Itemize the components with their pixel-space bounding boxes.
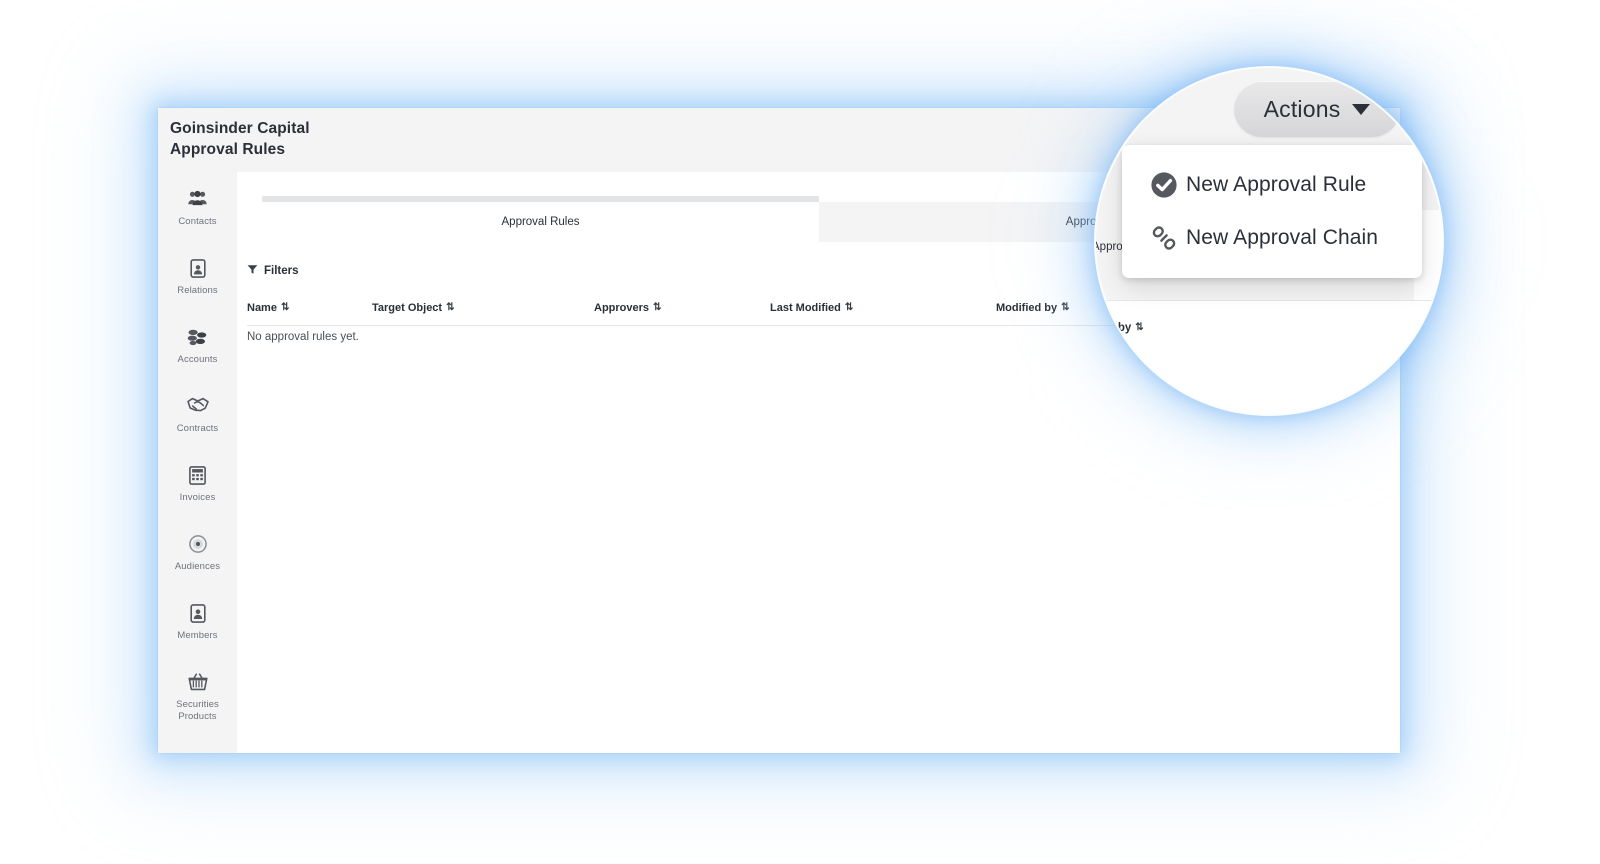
sidebar-item-invoices[interactable]: Invoices	[158, 466, 237, 504]
accounts-icon	[158, 328, 237, 348]
column-header-last-modified[interactable]: Last Modified ⇅	[770, 297, 853, 319]
column-header-name[interactable]: Name ⇅	[247, 297, 289, 319]
filters-label: Filters	[264, 265, 299, 277]
sort-icon[interactable]: ⇅	[653, 297, 661, 319]
column-label: Last Modified	[770, 302, 841, 314]
contacts-icon	[158, 190, 237, 210]
chain-link-icon	[1142, 224, 1186, 252]
sort-icon[interactable]: ⇅	[845, 297, 853, 319]
sidebar-item-label: Relations	[177, 285, 218, 296]
securities-products-icon	[158, 673, 237, 693]
audiences-icon	[158, 535, 237, 555]
check-circle-icon	[1142, 171, 1186, 199]
chevron-down-icon	[1352, 103, 1371, 115]
magnified-table-divider	[1096, 300, 1442, 301]
magnifier-circle: Appro dified by⇅ Actions New Approval Ru…	[1096, 68, 1442, 414]
actions-dropdown-menu: New Approval Rule New Approval Chain	[1122, 145, 1422, 278]
sidebar-item-label-line2: Products	[178, 711, 217, 722]
magnified-column-label: dified by	[1096, 322, 1132, 334]
sort-icon[interactable]: ⇅	[446, 297, 454, 319]
tab-approval-rules[interactable]: Approval Rules	[262, 202, 819, 242]
sidebar-item-members[interactable]: Members	[158, 604, 237, 642]
page-subtitle: Approval Rules	[170, 140, 286, 158]
column-label: Target Object	[372, 302, 443, 314]
invoices-icon	[158, 466, 237, 486]
sidebar-item-securities-products[interactable]: Securities Products	[158, 673, 237, 723]
sort-icon[interactable]: ⇅	[1061, 297, 1069, 319]
magnified-table-body	[1096, 300, 1442, 414]
column-header-approvers[interactable]: Approvers ⇅	[594, 297, 661, 319]
table-empty-message: No approval rules yet.	[247, 331, 359, 343]
funnel-icon	[247, 262, 258, 280]
page-title: Goinsinder Capital Approval Rules	[170, 119, 310, 160]
menu-item-label: New Approval Chain	[1186, 226, 1379, 249]
members-icon	[158, 604, 237, 624]
tab-label: Approval Rules	[501, 216, 580, 228]
column-label: Modified by	[996, 302, 1058, 314]
column-header-modified-by[interactable]: Modified by ⇅	[996, 297, 1070, 319]
sidebar-item-label: Accounts	[177, 354, 218, 365]
sort-icon: ⇅	[1135, 322, 1144, 333]
org-name: Goinsinder Capital	[170, 120, 310, 137]
sidebar-item-contracts[interactable]: Contracts	[158, 397, 237, 435]
column-header-target-object[interactable]: Target Object ⇅	[372, 297, 454, 319]
menu-item-new-approval-chain[interactable]: New Approval Chain	[1122, 212, 1422, 264]
contracts-icon	[158, 397, 237, 417]
column-label: Approvers	[594, 302, 650, 314]
menu-item-new-approval-rule[interactable]: New Approval Rule	[1122, 159, 1422, 211]
screenshot-stage: Goinsinder Capital Approval Rules Contac…	[0, 0, 1600, 864]
sidebar-item-label: Members	[177, 630, 218, 641]
column-label: Name	[247, 302, 277, 314]
menu-item-label: New Approval Rule	[1186, 173, 1367, 196]
sidebar-item-label: Securities Products	[158, 699, 237, 723]
sidebar-item-audiences[interactable]: Audiences	[158, 535, 237, 573]
magnified-column-header: dified by⇅	[1096, 322, 1144, 334]
sidebar-item-relations[interactable]: Relations	[158, 259, 237, 297]
magnified-tab-text: Appro	[1096, 241, 1123, 253]
sidebar-item-label: Audiences	[174, 561, 221, 572]
actions-button[interactable]: Actions	[1234, 81, 1400, 137]
relations-icon	[158, 259, 237, 279]
sidebar-item-label: Invoices	[179, 492, 216, 503]
sidebar-item-label-line1: Securities	[176, 699, 219, 710]
filters-button[interactable]: Filters	[247, 262, 299, 280]
sidebar: Contacts Relations Accounts Contracts In…	[158, 172, 237, 753]
sidebar-item-label: Contracts	[176, 423, 219, 434]
sidebar-item-label: Contacts	[178, 216, 217, 227]
sidebar-item-contacts[interactable]: Contacts	[158, 190, 237, 228]
sort-icon[interactable]: ⇅	[281, 297, 289, 319]
sidebar-item-accounts[interactable]: Accounts	[158, 328, 237, 366]
actions-button-label: Actions	[1263, 95, 1341, 122]
